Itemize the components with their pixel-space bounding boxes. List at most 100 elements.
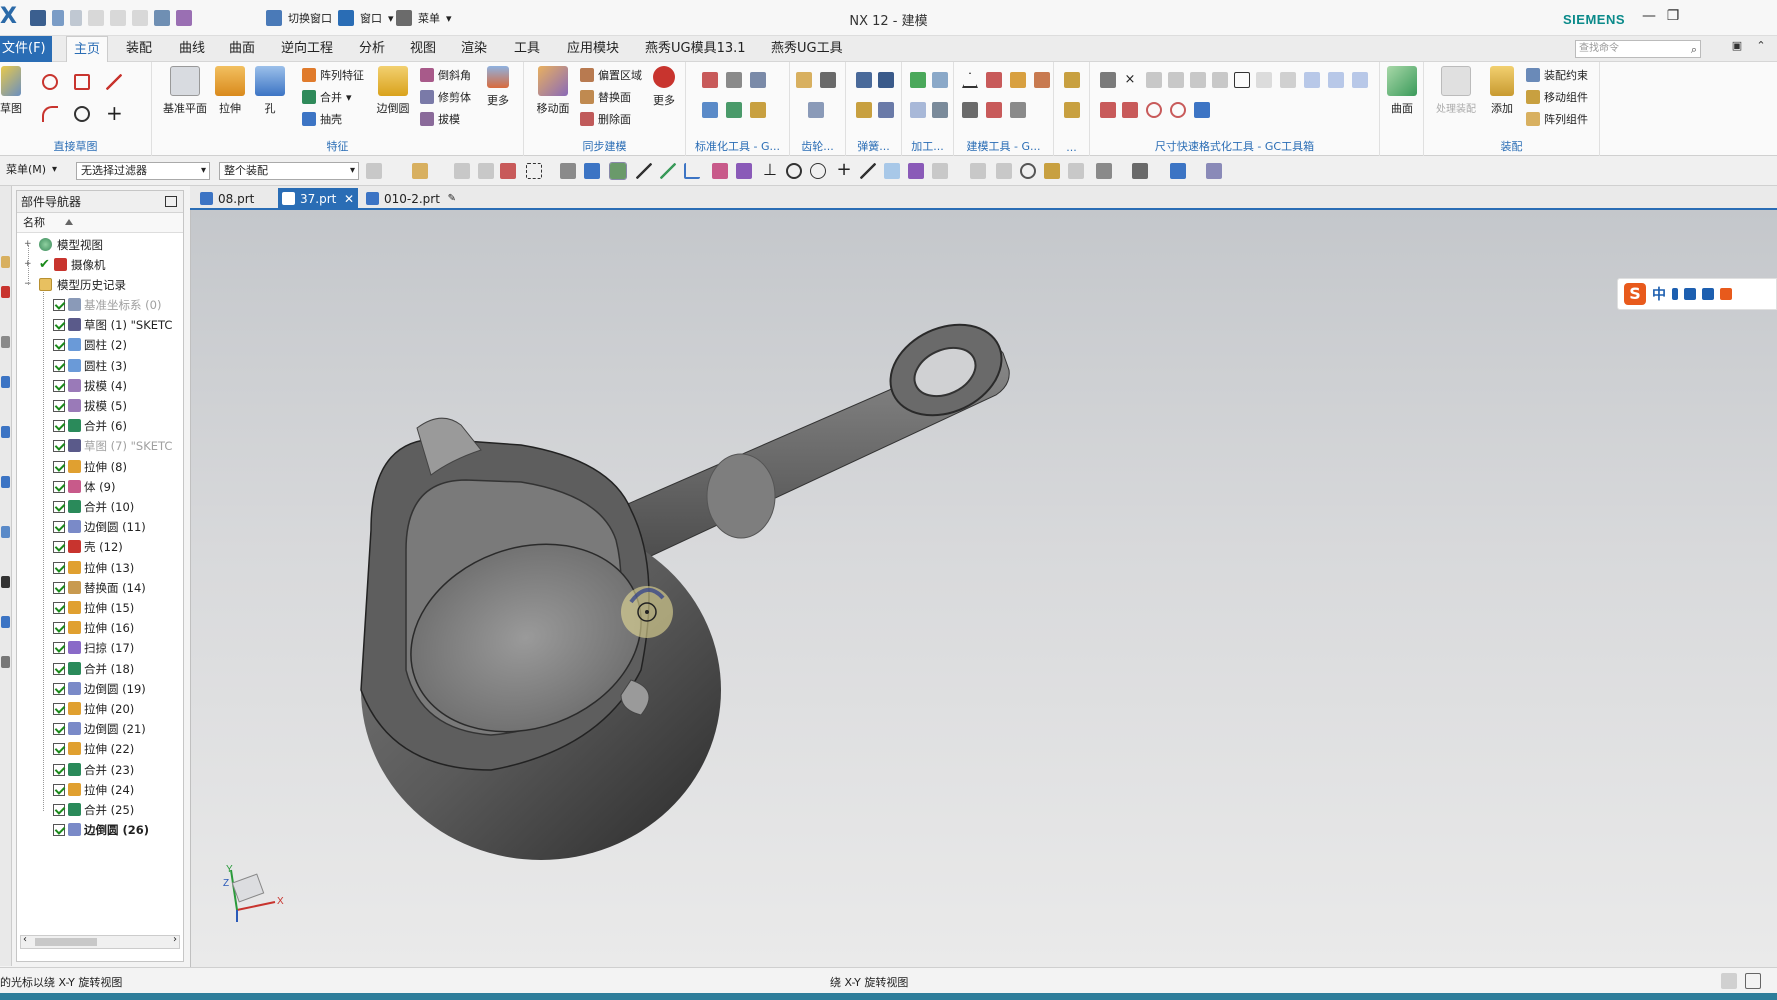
box-dimension-icon[interactable]: [1234, 72, 1250, 88]
wave-icon[interactable]: [1064, 72, 1080, 88]
tree-node-feature[interactable]: 圆柱 (2): [17, 335, 183, 355]
spring-icon[interactable]: [856, 72, 872, 88]
center-point-icon[interactable]: [786, 163, 802, 179]
deselect-icon[interactable]: [500, 163, 516, 179]
tab-tools[interactable]: 工具: [507, 36, 547, 62]
tree-node-feature[interactable]: 拉伸 (13): [17, 558, 183, 578]
menu-dropdown[interactable]: 菜单(M): [2, 162, 60, 180]
tree-node-feature[interactable]: 合并 (18): [17, 659, 183, 679]
fit-h7h6-icon[interactable]: [1328, 72, 1344, 88]
edge-filter-icon[interactable]: [660, 163, 676, 179]
ladle-handle[interactable]: [590, 307, 1016, 571]
torsion-spring-icon[interactable]: [878, 102, 894, 118]
assembly-navigator-icon[interactable]: [1, 256, 10, 268]
unite-button[interactable]: 合并 ▾: [302, 88, 352, 106]
tree-node-feature[interactable]: 圆柱 (3): [17, 356, 183, 376]
decimal-1-icon[interactable]: [1146, 72, 1162, 88]
spline-icon[interactable]: [736, 163, 752, 179]
control-point-icon[interactable]: [908, 163, 924, 179]
tolerance-icon[interactable]: [1010, 102, 1026, 118]
standard-part-icon[interactable]: [702, 72, 718, 88]
visibility-checkbox[interactable]: [53, 299, 65, 311]
tangent-curve-icon[interactable]: [684, 163, 700, 179]
tree-node-feature[interactable]: 边倒圆 (26): [17, 820, 183, 840]
layout-icon[interactable]: [932, 102, 948, 118]
visibility-checkbox[interactable]: [53, 440, 65, 453]
section-view-icon[interactable]: [1206, 163, 1222, 179]
profile-icon[interactable]: [42, 74, 58, 90]
visibility-checkbox[interactable]: [53, 642, 65, 655]
horizontal-scrollbar[interactable]: ‹ ›: [20, 934, 180, 949]
arc-icon[interactable]: [42, 106, 58, 122]
tree-node-feature[interactable]: 合并 (10): [17, 497, 183, 517]
tree-node-feature[interactable]: 拉伸 (15): [17, 598, 183, 618]
check-icon[interactable]: [910, 72, 926, 88]
visibility-checkbox[interactable]: [53, 763, 65, 776]
tree-node-feature[interactable]: 草图 (7) "SKETC: [17, 436, 183, 456]
tree-node-feature[interactable]: 边倒圆 (21): [17, 719, 183, 739]
tree-node-feature[interactable]: 合并 (23): [17, 760, 183, 780]
ladle-bowl[interactable]: [360, 417, 721, 860]
sync-more-button[interactable]: 更多: [646, 66, 682, 122]
tree-node-feature[interactable]: 拉伸 (8): [17, 457, 183, 477]
dimension-icon[interactable]: [1100, 72, 1116, 88]
visibility-checkbox[interactable]: [53, 359, 65, 372]
sketch-button[interactable]: 草图: [0, 66, 22, 122]
washer-icon[interactable]: [726, 102, 742, 118]
pattern-feature-button[interactable]: 阵列特征: [302, 66, 364, 84]
skin-icon[interactable]: [1720, 288, 1732, 300]
doc-tab-37[interactable]: 37.prt ✕: [278, 188, 358, 210]
view-cube-icon[interactable]: [1170, 163, 1186, 179]
rectangle-select-icon[interactable]: [526, 163, 542, 179]
visibility-checkbox[interactable]: [53, 602, 65, 614]
point-on-face-icon[interactable]: [932, 163, 948, 179]
decimal-4-icon[interactable]: [1212, 72, 1228, 88]
sogou-logo[interactable]: S: [1624, 283, 1646, 305]
tree-node-feature[interactable]: 拉伸 (20): [17, 699, 183, 719]
language-toggle[interactable]: 中: [1652, 284, 1666, 304]
rotate-icon[interactable]: [1020, 163, 1036, 179]
tree-node-feature[interactable]: 拉伸 (22): [17, 739, 183, 759]
spring-pin-icon[interactable]: [726, 72, 742, 88]
surface-button[interactable]: 曲面: [1382, 66, 1422, 122]
tree-node-feature[interactable]: 壳 (12): [17, 537, 183, 557]
punctuation-icon[interactable]: [1672, 288, 1678, 300]
mid-point-icon[interactable]: [884, 163, 900, 179]
history-icon[interactable]: [1, 476, 10, 488]
expand-icon[interactable]: +: [24, 260, 33, 269]
selection-intent-icon[interactable]: [412, 163, 428, 179]
point-icon[interactable]: +: [106, 103, 123, 123]
tab-yanxiu-tools[interactable]: 燕秀UG工具: [764, 36, 850, 62]
tree-node-feature[interactable]: 拔模 (5): [17, 396, 183, 416]
scroll-thumb[interactable]: [35, 938, 97, 946]
process-studio-icon[interactable]: [1, 526, 10, 538]
tree-node-feature[interactable]: 边倒圆 (19): [17, 679, 183, 699]
selection-scope-select[interactable]: 整个装配: [219, 162, 359, 180]
tree-node-model-views[interactable]: + 模型视图: [17, 235, 183, 255]
visibility-checkbox[interactable]: [53, 541, 65, 554]
machining-icon[interactable]: [932, 72, 948, 88]
decimal-2-icon[interactable]: [1168, 72, 1184, 88]
tab-render[interactable]: 渲染: [454, 36, 494, 62]
infer-curve-icon[interactable]: [712, 163, 728, 179]
pattern-component-button[interactable]: 阵列组件: [1526, 110, 1588, 128]
visibility-checkbox[interactable]: [53, 581, 65, 594]
doc-tab-010-2[interactable]: 010-2.prt ✎: [362, 188, 458, 210]
tab-assembly[interactable]: 装配: [119, 36, 159, 62]
general-selection-icon[interactable]: [366, 163, 382, 179]
visibility-checkbox[interactable]: [53, 723, 65, 736]
tab-yanxiu-mold[interactable]: 燕秀UG模具13.1: [638, 36, 753, 62]
visibility-checkbox[interactable]: [53, 379, 65, 392]
visibility-checkbox[interactable]: [53, 339, 65, 352]
visibility-checkbox[interactable]: [53, 622, 65, 635]
compression-spring-icon[interactable]: [878, 72, 894, 88]
tree-node-feature[interactable]: 体 (9): [17, 477, 183, 497]
tab-application[interactable]: 应用模块: [560, 36, 626, 62]
fit-h7-icon[interactable]: [1280, 72, 1296, 88]
restore-button[interactable]: ❐: [1663, 8, 1683, 28]
chamfer-button[interactable]: 倒斜角: [420, 66, 471, 84]
gear-icon[interactable]: [796, 72, 812, 88]
snap-point-icon[interactable]: [454, 163, 470, 179]
curve-filter-icon[interactable]: [636, 163, 652, 179]
intersection-icon[interactable]: ⊥: [762, 162, 778, 179]
